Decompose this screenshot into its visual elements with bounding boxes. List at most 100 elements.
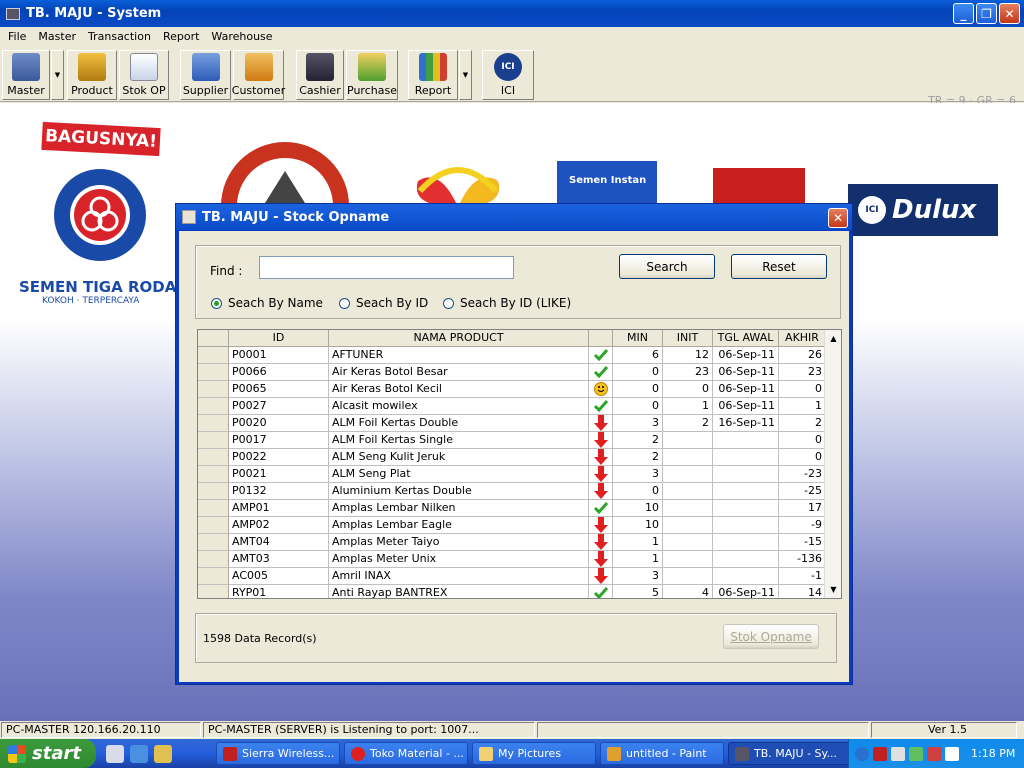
- grid-vertical-scrollbar[interactable]: ▲ ▼: [824, 330, 841, 598]
- cell-akhir: 26: [779, 347, 826, 364]
- toolbar-cashier-button[interactable]: Cashier: [296, 50, 344, 100]
- table-row[interactable]: AMT04 Amplas Meter Taiyo 1 -15: [198, 534, 826, 551]
- cell-tgl-awal: [713, 568, 779, 585]
- menu-transaction[interactable]: Transaction: [82, 30, 157, 43]
- tray-volume-icon[interactable]: [945, 746, 959, 761]
- status-server: PC-MASTER (SERVER) is Listening to port:…: [203, 722, 535, 738]
- tiga-roda-emblem: [54, 169, 146, 261]
- table-row[interactable]: AMP01 Amplas Lembar Nilken 10 17: [198, 500, 826, 517]
- cell-status: [589, 347, 613, 364]
- menu-report[interactable]: Report: [157, 30, 205, 43]
- scroll-up-arrow[interactable]: ▲: [825, 330, 841, 347]
- toolbar-customer-button[interactable]: Customer: [232, 50, 285, 100]
- cell-name: Alcasit mowilex: [329, 398, 589, 415]
- col-header-nama-product[interactable]: NAMA PRODUCT: [329, 330, 589, 347]
- table-row[interactable]: RYP01 Anti Rayap BANTREX 5 4 06-Sep-11 14: [198, 585, 826, 598]
- col-header-tgl-awal[interactable]: TGL AWAL: [713, 330, 779, 347]
- table-row[interactable]: AMP02 Amplas Lembar Eagle 10 -9: [198, 517, 826, 534]
- table-row[interactable]: P0027 Alcasit mowilex 0 1 06-Sep-11 1: [198, 398, 826, 415]
- cell-tgl-awal: 16-Sep-11: [713, 415, 779, 432]
- restore-button[interactable]: ❐: [976, 3, 997, 24]
- taskbar-item-paint[interactable]: untitled - Paint: [600, 742, 724, 765]
- toolbar-product-button[interactable]: Product: [67, 50, 117, 100]
- col-header-status[interactable]: [589, 330, 613, 347]
- tray-signal-icon[interactable]: [909, 746, 923, 761]
- scroll-down-arrow[interactable]: ▼: [825, 581, 841, 598]
- cell-min: 6: [613, 347, 663, 364]
- table-row[interactable]: P0066 Air Keras Botol Besar 0 23 06-Sep-11 23: [198, 364, 826, 381]
- close-button[interactable]: ✕: [999, 3, 1020, 24]
- bagusnya-logo: BAGUSNYA!: [41, 121, 161, 157]
- cell-name: Anti Rayap BANTREX: [329, 585, 589, 598]
- toolbar-ici-button[interactable]: ICI ICI: [482, 50, 534, 100]
- minimize-button[interactable]: _: [953, 3, 974, 24]
- row-selector: [198, 551, 229, 568]
- tray-app-icon[interactable]: [873, 746, 887, 761]
- tray-security-icon[interactable]: [927, 746, 941, 761]
- table-row[interactable]: P0132 Aluminium Kertas Double 0 -25: [198, 483, 826, 500]
- quick-launch-ie-icon[interactable]: [130, 744, 148, 763]
- stok-opname-button[interactable]: Stok Opname: [723, 624, 819, 649]
- stock-grid[interactable]: ID NAMA PRODUCT MIN INIT TGL AWAL AKHIR …: [197, 329, 842, 599]
- toolbar-stok-op-button[interactable]: Stok OP: [119, 50, 169, 100]
- report-dropdown-arrow[interactable]: ▼: [459, 50, 472, 100]
- tray-network-icon[interactable]: [891, 746, 905, 761]
- taskbar-item-pictures[interactable]: My Pictures: [472, 742, 596, 765]
- search-button[interactable]: Search: [619, 254, 715, 279]
- cell-akhir: 0: [779, 449, 826, 466]
- tray-expand-icon[interactable]: [855, 746, 869, 761]
- radio-search-by-name[interactable]: Seach By Name: [211, 296, 323, 310]
- table-row[interactable]: P0065 Air Keras Botol Kecil 0 0 06-Sep-11 0: [198, 381, 826, 398]
- table-row[interactable]: P0017 ALM Foil Kertas Single 2 0: [198, 432, 826, 449]
- table-row[interactable]: P0001 AFTUNER 6 12 06-Sep-11 26: [198, 347, 826, 364]
- start-button[interactable]: start: [0, 739, 96, 768]
- quick-launch-explorer-icon[interactable]: [106, 744, 124, 763]
- toolbar-supplier-button[interactable]: Supplier: [180, 50, 231, 100]
- col-header-id[interactable]: ID: [229, 330, 329, 347]
- taskbar-item-sierra[interactable]: Sierra Wireless...: [216, 742, 340, 765]
- radio-label: Seach By ID: [356, 296, 429, 310]
- menu-file[interactable]: File: [2, 30, 32, 43]
- cell-akhir: 17: [779, 500, 826, 517]
- toolbar-master-button[interactable]: Master: [2, 50, 50, 100]
- radio-search-by-id-like[interactable]: Seach By ID (LIKE): [443, 296, 571, 310]
- cell-min: 5: [613, 585, 663, 598]
- cell-id: P0001: [229, 347, 329, 364]
- reset-button[interactable]: Reset: [731, 254, 827, 279]
- cell-init: [663, 517, 713, 534]
- toolbar-purchase-button[interactable]: Purchase: [346, 50, 398, 100]
- taskbar-item-tb-maju[interactable]: TB. MAJU - Sy...: [728, 742, 852, 765]
- cell-init: [663, 449, 713, 466]
- table-row[interactable]: P0020 ALM Foil Kertas Double 3 2 16-Sep-11 2: [198, 415, 826, 432]
- dialog-close-button[interactable]: ✕: [828, 208, 848, 228]
- cell-tgl-awal: 06-Sep-11: [713, 398, 779, 415]
- cell-id: P0017: [229, 432, 329, 449]
- quick-launch-app-icon[interactable]: [154, 744, 172, 763]
- table-row[interactable]: AMT03 Amplas Meter Unix 1 -136: [198, 551, 826, 568]
- dialog-body: Find : Search Reset Seach By Name Seach …: [179, 231, 849, 682]
- radio-label: Seach By Name: [228, 296, 323, 310]
- cell-init: [663, 551, 713, 568]
- toolbar-report-button[interactable]: Report: [408, 50, 458, 100]
- master-dropdown-arrow[interactable]: ▼: [51, 50, 64, 100]
- down-arrow-icon: [593, 551, 608, 567]
- cell-akhir: 14: [779, 585, 826, 598]
- col-header-init[interactable]: INIT: [663, 330, 713, 347]
- cell-id: P0066: [229, 364, 329, 381]
- menu-master[interactable]: Master: [32, 30, 82, 43]
- system-tray: 1:18 PM: [848, 739, 1024, 768]
- table-row[interactable]: AC005 Amril INAX 3 -1: [198, 568, 826, 585]
- cell-tgl-awal: [713, 449, 779, 466]
- menu-warehouse[interactable]: Warehouse: [205, 30, 278, 43]
- radio-search-by-id[interactable]: Seach By ID: [339, 296, 428, 310]
- cell-akhir: 0: [779, 381, 826, 398]
- flame-logo: [416, 167, 500, 207]
- table-row[interactable]: P0021 ALM Seng Plat 3 -23: [198, 466, 826, 483]
- find-input[interactable]: [259, 256, 514, 279]
- row-selector: [198, 517, 229, 534]
- col-header-min[interactable]: MIN: [613, 330, 663, 347]
- table-row[interactable]: P0022 ALM Seng Kulit Jeruk 2 0: [198, 449, 826, 466]
- down-arrow-icon: [593, 517, 608, 533]
- col-header-akhir[interactable]: AKHIR: [779, 330, 826, 347]
- taskbar-item-toko[interactable]: Toko Material - ...: [344, 742, 468, 765]
